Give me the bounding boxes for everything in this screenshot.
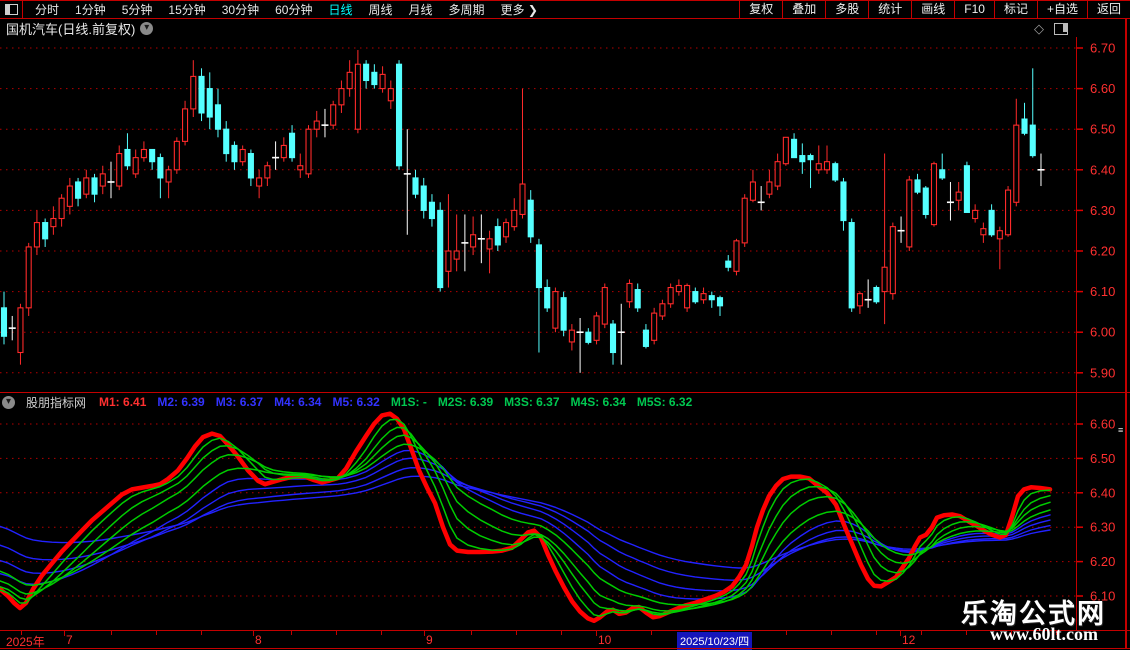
svg-text:6.10: 6.10 (1090, 284, 1115, 299)
indicator-value-7: M3S: 6.37 (504, 395, 560, 409)
chevron-down-circle-icon[interactable]: ▾ (2, 395, 15, 409)
indicator-value-5: M1S: - (390, 395, 427, 409)
action-item-6[interactable]: 标记 (993, 1, 1037, 18)
svg-text:6.00: 6.00 (1090, 325, 1115, 340)
action-item-0[interactable]: 复权 (739, 1, 782, 18)
period-item-7[interactable]: 周线 (360, 1, 400, 18)
action-item-1[interactable]: 叠加 (782, 1, 825, 18)
period-menu: 分时 1分钟 5分钟 15分钟 30分钟 60分钟 日线 周线 月线 多周期 更多 ❯ (23, 1, 739, 18)
minor-tick (966, 631, 967, 635)
axis-vline (1076, 37, 1077, 631)
minor-tick (921, 631, 922, 635)
green-ma-line-2s (0, 418, 1051, 617)
minor-tick (471, 631, 472, 635)
minor-tick (651, 631, 652, 635)
blue-ma-line-3 (0, 457, 1051, 592)
m1-main-line (0, 411, 1053, 624)
green-ma-line-3s (0, 426, 1051, 615)
action-menu: 复权 叠加 多股 统计 画线 F10 标记 +自选 返回 (739, 1, 1130, 18)
indicator-value-0: M1: 6.41 (99, 395, 147, 409)
minor-tick (561, 631, 562, 635)
month-tick (424, 631, 425, 636)
main-candlestick-chart[interactable]: 6.70 6.60 6.50 6.40 6.30 6.20 6.10 6.00 5.90 (0, 37, 1130, 392)
indicator-name: 股朋指标网 (26, 395, 87, 410)
action-item-8[interactable]: 返回 (1086, 1, 1130, 18)
period-item-8[interactable]: 月线 (401, 1, 441, 18)
period-item-4[interactable]: 30分钟 (214, 1, 267, 18)
month-label-10: 10 (598, 633, 612, 647)
period-item-5[interactable]: 60分钟 (267, 1, 320, 18)
minor-tick (336, 631, 337, 635)
month-tick (900, 631, 901, 636)
chevron-down-circle-icon[interactable]: ▾ (140, 21, 154, 35)
action-item-7[interactable]: +自选 (1036, 1, 1087, 18)
diamond-icon[interactable]: ◇ (1034, 21, 1044, 37)
indicator-value-1: M2: 6.39 (157, 395, 205, 409)
period-item-2[interactable]: 5分钟 (114, 1, 161, 18)
panel-resize-grip[interactable]: ≡ (1118, 426, 1123, 435)
indicator-value-3: M4: 6.34 (274, 395, 322, 409)
minor-tick (876, 631, 877, 635)
svg-text:5.90: 5.90 (1090, 365, 1115, 380)
indicator-values: M1: 6.41 M2: 6.39 M3: 6.37 M4: 6.34 M5: 6.32… (99, 395, 692, 409)
svg-text:6.50: 6.50 (1090, 451, 1115, 466)
period-item-6[interactable]: 日线 (320, 1, 360, 18)
window-icon[interactable] (1054, 23, 1068, 35)
svg-text:6.20: 6.20 (1090, 244, 1115, 259)
minor-tick (111, 631, 112, 635)
toolbar: 分时 1分钟 5分钟 15分钟 30分钟 60分钟 日线 周线 月线 多周期 更多 ❯ 复权 叠加 多股… (0, 0, 1130, 19)
indicator-value-4: M5: 6.32 (332, 395, 380, 409)
panel-divider (0, 392, 1130, 393)
minor-tick (201, 631, 202, 635)
indicator-value-2: M3: 6.37 (215, 395, 264, 409)
month-tick (253, 631, 254, 636)
action-item-3[interactable]: 统计 (868, 1, 911, 18)
tdx-app-window: 分时 1分钟 5分钟 15分钟 30分钟 60分钟 日线 周线 月线 多周期 更多 ❯ 复权 叠加 多股… (0, 0, 1130, 650)
svg-text:6.60: 6.60 (1090, 81, 1115, 96)
indicator-value-8: M4S: 6.34 (570, 395, 626, 409)
stock-title: 国机汽车(日线.前复权) (6, 21, 136, 37)
svg-text:6.20: 6.20 (1090, 554, 1115, 569)
month-label-12: 12 (902, 633, 916, 647)
minor-tick (831, 631, 832, 635)
action-item-2[interactable]: 多股 (825, 1, 868, 18)
month-tick (64, 631, 65, 636)
month-tick (596, 631, 597, 636)
minor-tick (516, 631, 517, 635)
svg-text:6.70: 6.70 (1090, 41, 1115, 56)
layout-split-icon[interactable] (0, 1, 23, 18)
indicator-value-9: M5S: 6.32 (636, 395, 693, 409)
indicator-value-6: M2S: 6.39 (437, 395, 494, 409)
minor-tick (21, 631, 22, 635)
period-item-0[interactable]: 分时 (27, 1, 67, 18)
period-item-9[interactable]: 多周期 (441, 1, 493, 18)
minor-tick (381, 631, 382, 635)
svg-text:6.50: 6.50 (1090, 122, 1115, 137)
period-item-1[interactable]: 1分钟 (67, 1, 114, 18)
indicator-header: ▾ 股朋指标网 M1: 6.41 M2: 6.39 M3: 6.37 M4: 6.34… (0, 394, 1130, 410)
minor-tick (291, 631, 292, 635)
title-bar: 国机汽车(日线.前复权) ▾ ◇ (0, 19, 1130, 37)
month-label-9: 9 (426, 633, 433, 647)
minor-tick (786, 631, 787, 635)
action-item-5[interactable]: F10 (954, 1, 994, 18)
svg-text:6.30: 6.30 (1090, 520, 1115, 535)
minor-tick (156, 631, 157, 635)
candles-layer (0, 50, 1045, 373)
svg-text:6.30: 6.30 (1090, 203, 1115, 218)
action-item-4[interactable]: 画线 (911, 1, 954, 18)
svg-text:6.40: 6.40 (1090, 162, 1115, 177)
watermark-url: www.60lt.com (990, 624, 1098, 644)
bottom-border (0, 648, 1130, 649)
svg-text:6.40: 6.40 (1090, 485, 1115, 500)
month-label-8: 8 (255, 633, 262, 647)
month-label-7: 7 (66, 633, 73, 647)
period-item-10[interactable]: 更多 ❯ (493, 1, 546, 18)
svg-text:6.60: 6.60 (1090, 417, 1115, 432)
right-edge-line[interactable] (1125, 19, 1127, 649)
period-item-3[interactable]: 15分钟 (160, 1, 213, 18)
